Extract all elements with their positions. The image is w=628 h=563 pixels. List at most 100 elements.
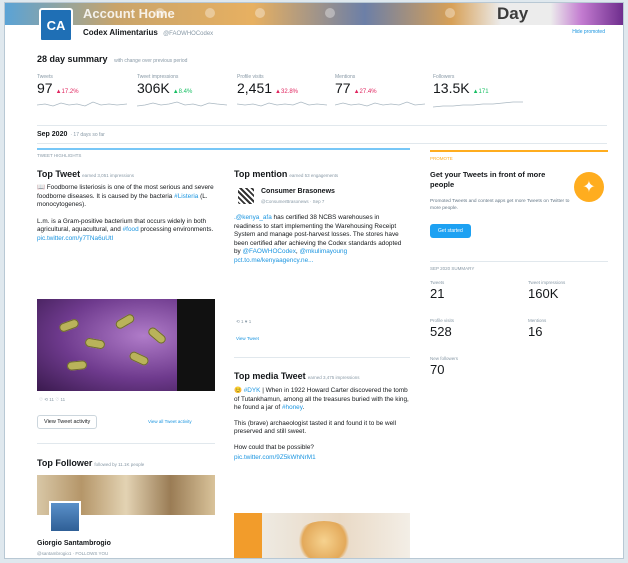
- divider: [37, 125, 607, 126]
- tweet-text: processing environments.: [138, 226, 214, 234]
- view-tweet-activity-button[interactable]: View Tweet activity: [37, 415, 98, 429]
- side-stat-label: New followers: [430, 356, 459, 361]
- stat-change: ▲8.4%: [172, 89, 193, 95]
- stat-profile-visits: Profile visits 2,451 ▲32.8%: [237, 74, 337, 120]
- hide-promoted-link[interactable]: Hide promoted: [572, 29, 605, 35]
- stat-followers: Followers 13.5K ▲171: [433, 74, 533, 120]
- mention-text: .@kenya_afa has certified 38 NCBS wareho…: [234, 214, 408, 266]
- divider: [37, 443, 215, 444]
- side-stat-label: Tweet impressions: [528, 280, 566, 285]
- mention-link[interactable]: .@kenya_afa: [234, 214, 272, 221]
- stat-value: 13.5K: [433, 80, 470, 96]
- month-label: Sep 2020: [37, 131, 68, 138]
- side-stat-value: 16: [528, 324, 543, 339]
- sparkline: [237, 101, 327, 107]
- banner-decoration: [445, 8, 455, 18]
- tweet-media-image[interactable]: [37, 299, 215, 391]
- follower-name[interactable]: Giorgio Santambrogio: [37, 540, 111, 547]
- top-mention-card: Top mention earned 53 engagements: [234, 169, 410, 179]
- hashtag-link[interactable]: #DYK: [244, 387, 261, 394]
- url-link[interactable]: pct.to.me/kenyaagency.ne...: [234, 257, 313, 264]
- mention-actions[interactable]: ⟲ 1 ♥ 1: [236, 319, 251, 325]
- stat-value: 97: [37, 80, 53, 96]
- top-media-card: Top media Tweet earned 3,475 impressions …: [234, 371, 410, 462]
- top-media-title: Top media Tweet: [234, 371, 306, 381]
- divider: [37, 143, 607, 144]
- stat-value: 2,451: [237, 80, 273, 96]
- media-tweet-text-3: How could that be possible?: [234, 443, 314, 451]
- banner-title: Account Home: [83, 6, 175, 21]
- sparkline: [37, 101, 127, 107]
- mention-link[interactable]: @mkulimayoung: [299, 248, 347, 255]
- side-stat-value: 70: [430, 362, 445, 377]
- bacteria-shape: [128, 350, 150, 367]
- top-tweet-heading: Top Tweet earned 3,051 impressions: [37, 169, 215, 179]
- top-follower-heading: Top Follower followed by 11.1K people: [37, 458, 215, 468]
- promo-text: Promoted Tweets and content apps get mor…: [430, 199, 570, 211]
- top-media-sub: earned 3,475 impressions: [307, 375, 360, 380]
- honey-jar-shape: [294, 521, 354, 558]
- top-tweet-title: Top Tweet: [37, 169, 81, 179]
- media-link[interactable]: pic.twitter.com/y7TNa6uUtI: [37, 235, 113, 242]
- media-tweet-text-2: This (brave) archaeologist tasted it and…: [234, 419, 396, 436]
- top-tweet-card: Top Tweet earned 3,051 impressions 📖 Food…: [37, 169, 215, 244]
- hashtag-link[interactable]: #Listeria: [174, 193, 198, 200]
- stat-tweets: Tweets 97 ▲17.2%: [37, 74, 137, 120]
- megaphone-icon: ✦: [574, 172, 604, 202]
- divider: [234, 357, 410, 358]
- view-all-tweet-activity-link[interactable]: View all Tweet activity: [148, 419, 192, 424]
- mention-author-name[interactable]: Consumer Brasonews: [261, 188, 335, 195]
- stat-value: 306K: [137, 80, 170, 96]
- bacteria-shape: [146, 325, 168, 346]
- mention-link[interactable]: @FAOWHOCodex: [243, 248, 296, 255]
- follower-handle: @santambrogio1 · FOLLOWS YOU: [37, 551, 109, 556]
- avatar-initials: CA: [46, 17, 66, 33]
- side-stat-label: Mentions: [528, 318, 547, 323]
- summary-title-text: 28 day summary: [37, 54, 108, 64]
- media-link[interactable]: pic.twitter.com/9Z5kWhNrM1: [234, 454, 410, 463]
- account-name[interactable]: Codex Alimentarius @FAOWHOCodex: [83, 28, 213, 37]
- hashtag-link[interactable]: #food: [123, 226, 139, 233]
- media-dark-panel: [177, 299, 215, 391]
- tweet-actions[interactable]: ♡ ⟲ 11 ♡ 11: [39, 397, 65, 403]
- side-stat-impressions: Tweet impressions 160K: [528, 280, 565, 301]
- top-tweet-text-2: L.m. is a Gram-positive bacterium that o…: [37, 218, 215, 244]
- banner-decoration: [325, 8, 335, 18]
- stat-change: ▲171: [472, 89, 489, 95]
- promo-label: PROMOTE: [430, 156, 453, 161]
- stat-value: 77: [335, 80, 351, 96]
- side-stat-label: Tweets: [430, 280, 445, 285]
- follower-avatar[interactable]: [49, 501, 81, 533]
- hashtag-link[interactable]: #honey: [282, 404, 303, 411]
- sidebar-summary-title: SEP 2020 SUMMARY: [430, 266, 475, 271]
- get-started-button[interactable]: Get started: [430, 224, 471, 238]
- bacteria-shape: [58, 317, 80, 334]
- tweet-text: .: [302, 404, 305, 412]
- side-stat-tweets: Tweets 21: [430, 280, 444, 301]
- banner-day-text: Day: [497, 4, 529, 23]
- stat-change: ▲17.2%: [55, 89, 79, 95]
- tweet-text: 😊: [234, 387, 244, 394]
- stat-change: ▲27.4%: [353, 89, 377, 95]
- view-tweet-link[interactable]: View Tweet: [236, 336, 259, 341]
- bacteria-shape: [66, 360, 88, 371]
- top-tweet-sub: earned 3,051 impressions: [82, 173, 134, 178]
- side-stat-profile-visits: Profile visits 528: [430, 318, 454, 339]
- banner-decoration: [205, 8, 215, 18]
- top-mention-title: Top mention: [234, 169, 288, 179]
- stat-change: ▲32.8%: [275, 89, 298, 95]
- account-avatar[interactable]: CA: [39, 8, 73, 42]
- sparkline: [335, 101, 425, 107]
- bacteria-shape: [84, 337, 106, 350]
- side-stat-new-followers: New followers 70: [430, 356, 458, 377]
- account-handle: @FAOWHOCodex: [163, 31, 214, 37]
- mention-author-avatar[interactable]: [238, 188, 254, 204]
- stat-mentions: Mentions 77 ▲27.4%: [335, 74, 435, 120]
- promo-title: Get your Tweets in front of more people: [430, 170, 546, 189]
- media-tweet-text-1: 😊 #DYK | When in 1922 Howard Carter disc…: [234, 387, 410, 413]
- tweet-highlights-label: TWEET HIGHLIGHTS: [37, 153, 82, 158]
- top-follower-sub: followed by 11.1K people: [94, 462, 145, 467]
- media-tweet-image[interactable]: [234, 513, 410, 558]
- banner-decoration: [255, 8, 265, 18]
- side-stat-value: 160K: [528, 286, 559, 301]
